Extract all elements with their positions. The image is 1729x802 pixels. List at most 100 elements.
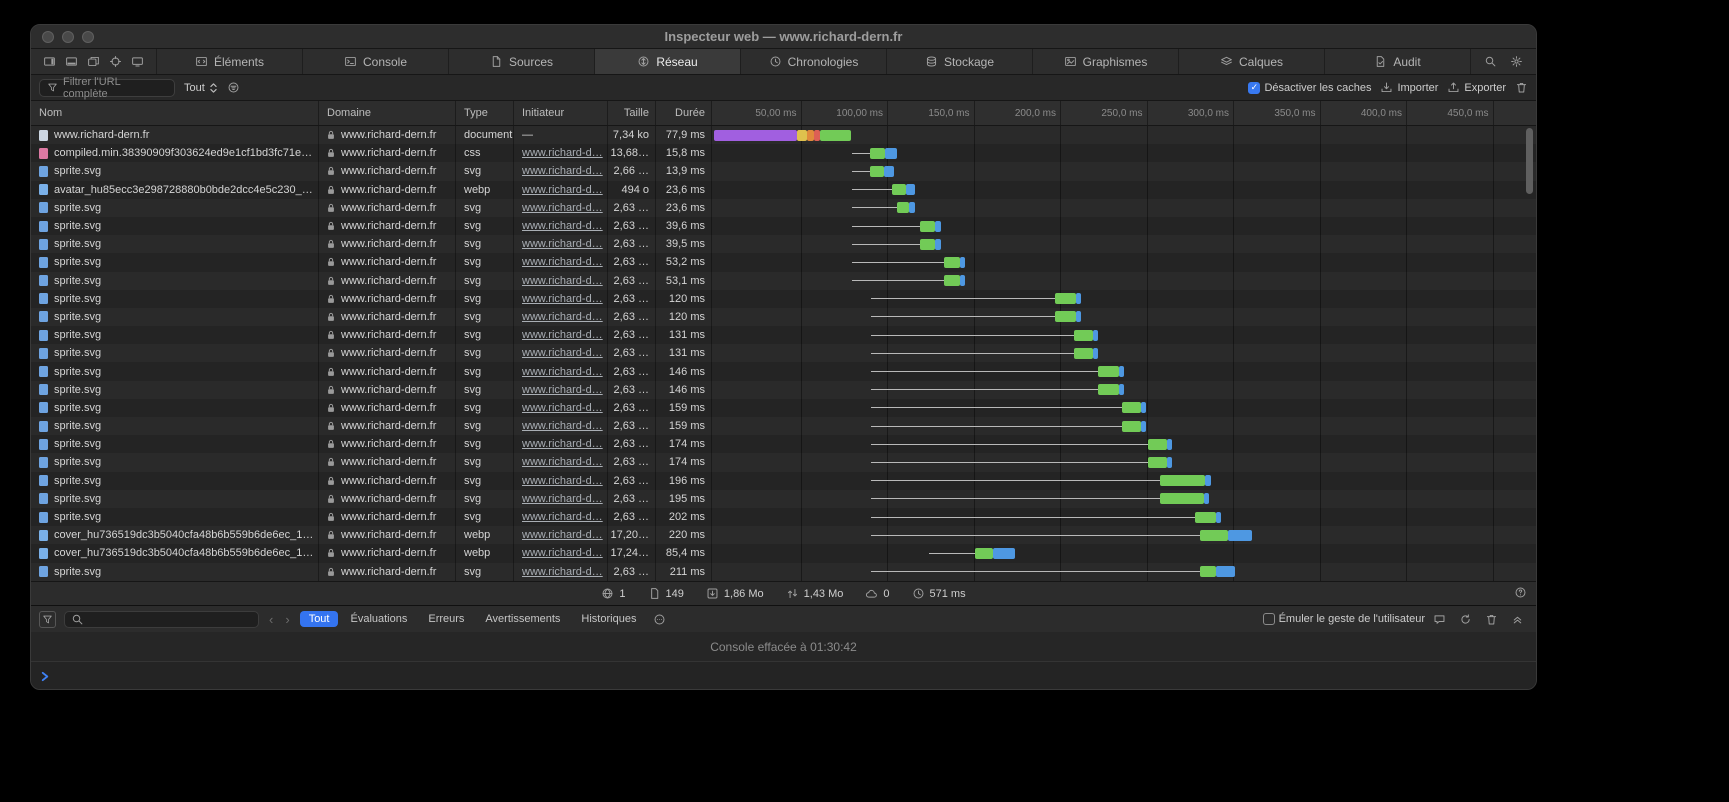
tab-storage[interactable]: Stockage — [886, 49, 1032, 74]
column-header-durée[interactable]: Durée — [656, 101, 712, 125]
tab-network[interactable]: Réseau — [594, 49, 740, 74]
request-initiator[interactable]: www.richard-d… — [522, 566, 603, 578]
table-row[interactable]: cover_hu736519dc3b5040cfa48b6b559b6de6ec… — [31, 544, 1536, 562]
tab-console[interactable]: Console — [302, 49, 448, 74]
dock-side-icon[interactable] — [43, 55, 56, 68]
table-row[interactable]: sprite.svgwww.richard-dern.frsvgwww.rich… — [31, 399, 1536, 417]
request-size: 2,63 … — [614, 256, 649, 268]
clear-console-trash-icon[interactable] — [1485, 613, 1498, 626]
undock-icon[interactable] — [87, 55, 100, 68]
request-initiator[interactable]: www.richard-d… — [522, 420, 603, 432]
request-initiator[interactable]: www.richard-d… — [522, 529, 603, 541]
request-initiator[interactable]: www.richard-d… — [522, 366, 603, 378]
request-initiator[interactable]: www.richard-d… — [522, 202, 603, 214]
console-prompt[interactable] — [31, 662, 1536, 690]
request-initiator[interactable]: www.richard-d… — [522, 438, 603, 450]
request-initiator[interactable]: www.richard-d… — [522, 165, 603, 177]
console-scope-avertissements[interactable]: Avertissements — [476, 611, 569, 627]
dock-bottom-icon[interactable] — [65, 55, 78, 68]
table-row[interactable]: sprite.svgwww.richard-dern.frsvgwww.rich… — [31, 417, 1536, 435]
url-filter-input[interactable]: Filtrer l'URL complète — [39, 79, 175, 97]
tab-graphics[interactable]: Graphismes — [1032, 49, 1178, 74]
table-row[interactable]: sprite.svgwww.richard-dern.frsvgwww.rich… — [31, 272, 1536, 290]
export-button[interactable]: Exporter — [1447, 81, 1506, 94]
expand-console-icon[interactable] — [1511, 613, 1524, 626]
table-row[interactable]: sprite.svgwww.richard-dern.frsvgwww.rich… — [31, 453, 1536, 471]
device-settings-icon[interactable] — [131, 55, 144, 68]
table-row[interactable]: cover_hu736519dc3b5040cfa48b6b559b6de6ec… — [31, 526, 1536, 544]
console-search-input[interactable] — [64, 611, 259, 628]
disable-caches-checkbox[interactable]: ✓ Désactiver les caches — [1248, 82, 1371, 94]
tab-layers[interactable]: Calques — [1178, 49, 1324, 74]
vertical-scrollbar-thumb[interactable] — [1526, 128, 1533, 194]
column-header-initiateur[interactable]: Initiateur — [514, 101, 608, 125]
request-initiator[interactable]: www.richard-d… — [522, 475, 603, 487]
request-initiator[interactable]: www.richard-d… — [522, 311, 603, 323]
request-initiator[interactable]: www.richard-d… — [522, 275, 603, 287]
table-row[interactable]: sprite.svgwww.richard-dern.frsvgwww.rich… — [31, 253, 1536, 271]
column-header-taille[interactable]: Taille — [608, 101, 656, 125]
console-scope-historiques[interactable]: Historiques — [572, 611, 645, 627]
table-row[interactable]: sprite.svgwww.richard-dern.frsvgwww.rich… — [31, 326, 1536, 344]
close-button[interactable] — [42, 31, 54, 43]
request-initiator[interactable]: www.richard-d… — [522, 402, 603, 414]
minimize-button[interactable] — [62, 31, 74, 43]
request-initiator[interactable]: www.richard-d… — [522, 456, 603, 468]
column-header-domaine[interactable]: Domaine — [319, 101, 456, 125]
inspect-element-icon[interactable] — [109, 55, 122, 68]
request-initiator[interactable]: www.richard-d… — [522, 347, 603, 359]
table-row[interactable]: sprite.svgwww.richard-dern.frsvgwww.rich… — [31, 381, 1536, 399]
table-row[interactable]: sprite.svgwww.richard-dern.frsvgwww.rich… — [31, 290, 1536, 308]
reload-icon[interactable] — [1459, 613, 1472, 626]
search-icon[interactable] — [1484, 55, 1497, 68]
table-row[interactable]: www.richard-dern.frwww.richard-dern.frdo… — [31, 126, 1536, 144]
request-initiator[interactable]: www.richard-d… — [522, 147, 603, 159]
console-scope-tout[interactable]: Tout — [300, 611, 339, 627]
console-scope-erreurs[interactable]: Erreurs — [419, 611, 473, 627]
table-row[interactable]: sprite.svgwww.richard-dern.frsvgwww.rich… — [31, 235, 1536, 253]
table-row[interactable]: sprite.svgwww.richard-dern.frsvgwww.rich… — [31, 217, 1536, 235]
filter-options-icon[interactable] — [227, 81, 240, 94]
request-initiator[interactable]: www.richard-d… — [522, 256, 603, 268]
request-initiator[interactable]: www.richard-d… — [522, 293, 603, 305]
console-filter-icon[interactable] — [39, 611, 56, 628]
request-initiator[interactable]: www.richard-d… — [522, 220, 603, 232]
table-row[interactable]: sprite.svgwww.richard-dern.frsvgwww.rich… — [31, 308, 1536, 326]
tab-sources[interactable]: Sources — [448, 49, 594, 74]
history-back-icon[interactable]: ‹ — [267, 612, 275, 627]
request-initiator[interactable]: www.richard-d… — [522, 329, 603, 341]
table-row[interactable]: avatar_hu85ecc3e298728880b0bde2dcc4e5c23… — [31, 181, 1536, 199]
table-row[interactable]: sprite.svgwww.richard-dern.frsvgwww.rich… — [31, 490, 1536, 508]
tab-audit[interactable]: Audit — [1324, 49, 1470, 74]
tab-timelines[interactable]: Chronologies — [740, 49, 886, 74]
import-button[interactable]: Importer — [1380, 81, 1438, 94]
clear-network-trash-icon[interactable] — [1515, 81, 1528, 94]
table-row[interactable]: sprite.svgwww.richard-dern.frsvgwww.rich… — [31, 362, 1536, 380]
help-icon[interactable] — [1514, 586, 1527, 599]
table-row[interactable]: sprite.svgwww.richard-dern.frsvgwww.rich… — [31, 435, 1536, 453]
history-forward-icon[interactable]: › — [283, 612, 291, 627]
request-initiator[interactable]: www.richard-d… — [522, 238, 603, 250]
table-row[interactable]: sprite.svgwww.richard-dern.frsvgwww.rich… — [31, 508, 1536, 526]
emulate-user-gesture-checkbox[interactable]: Émuler le geste de l'utilisateur — [1263, 613, 1425, 625]
column-header-type[interactable]: Type — [456, 101, 514, 125]
table-row[interactable]: sprite.svgwww.richard-dern.frsvgwww.rich… — [31, 344, 1536, 362]
column-header-nom[interactable]: Nom — [31, 101, 319, 125]
tab-elements[interactable]: Éléments — [156, 49, 302, 74]
request-initiator[interactable]: www.richard-d… — [522, 184, 603, 196]
table-row[interactable]: compiled.min.38390909f303624ed9e1cf1bd3f… — [31, 144, 1536, 162]
request-initiator[interactable]: www.richard-d… — [522, 547, 603, 559]
table-row[interactable]: sprite.svgwww.richard-dern.frsvgwww.rich… — [31, 472, 1536, 490]
table-row[interactable]: sprite.svgwww.richard-dern.frsvgwww.rich… — [31, 162, 1536, 180]
request-initiator[interactable]: www.richard-d… — [522, 511, 603, 523]
type-scope-dropdown[interactable]: Tout — [184, 82, 218, 94]
zoom-button[interactable] — [82, 31, 94, 43]
request-initiator[interactable]: www.richard-d… — [522, 493, 603, 505]
console-scope-évaluations[interactable]: Évaluations — [341, 611, 416, 627]
gear-icon[interactable] — [1510, 55, 1523, 68]
console-more-scopes-icon[interactable] — [653, 613, 666, 626]
table-row[interactable]: sprite.svgwww.richard-dern.frsvgwww.rich… — [31, 199, 1536, 217]
console-messages-icon[interactable] — [1433, 613, 1446, 626]
table-row[interactable]: sprite.svgwww.richard-dern.frsvgwww.rich… — [31, 563, 1536, 581]
request-initiator[interactable]: www.richard-d… — [522, 384, 603, 396]
